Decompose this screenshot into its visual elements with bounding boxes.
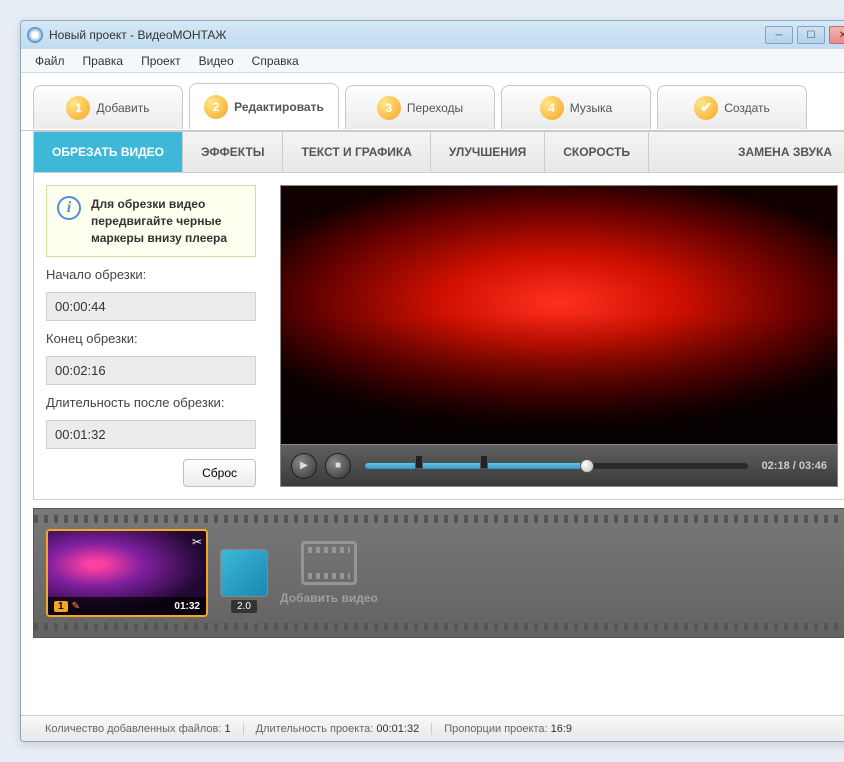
preview-panel: ▶ ■ 02:18 / 03:46	[268, 173, 844, 499]
menu-help[interactable]: Справка	[244, 52, 307, 70]
video-frame	[281, 186, 837, 444]
window-controls: ─ ☐ ✕	[765, 26, 844, 44]
menu-project[interactable]: Проект	[133, 52, 189, 70]
trim-start-label: Начало обрезки:	[46, 267, 256, 282]
subtab-effects[interactable]: ЭФФЕКТЫ	[183, 132, 283, 172]
step-number-icon: 1	[66, 96, 90, 120]
step-label: Музыка	[570, 101, 612, 115]
add-video-button[interactable]: Добавить видео	[280, 541, 378, 605]
status-aspect: Пропорции проекта: 16:9	[432, 723, 584, 735]
transition-thumbnail[interactable]	[220, 549, 268, 597]
step-label: Создать	[724, 101, 770, 115]
pencil-icon[interactable]: ✎	[72, 601, 80, 612]
subtab-enhance[interactable]: УЛУЧШЕНИЯ	[431, 132, 545, 172]
clip-thumbnail[interactable]: ✂ 1 ✎ 01:32	[46, 529, 208, 617]
clip-info-bar: 1 ✎ 01:32	[48, 597, 206, 615]
maximize-button[interactable]: ☐	[797, 26, 825, 44]
step-tab-edit[interactable]: 2 Редактировать	[189, 83, 339, 129]
trim-marker-start[interactable]	[415, 455, 423, 469]
menu-edit[interactable]: Правка	[75, 52, 132, 70]
menubar: Файл Правка Проект Видео Справка	[21, 49, 844, 73]
content-area: i Для обрезки видео передвигайте черные …	[33, 173, 844, 500]
seek-progress	[365, 463, 587, 469]
transition-duration: 2.0	[231, 600, 257, 613]
film-icon	[301, 541, 357, 585]
step-tab-create[interactable]: ✔ Создать	[657, 85, 807, 129]
trim-duration-label: Длительность после обрезки:	[46, 395, 256, 410]
scissors-icon: ✂	[192, 535, 202, 549]
player-controls: ▶ ■ 02:18 / 03:46	[280, 445, 838, 487]
add-video-label: Добавить видео	[280, 591, 378, 605]
trim-end-input[interactable]: 00:02:16	[46, 356, 256, 385]
info-icon: i	[57, 196, 81, 220]
subtab-audio[interactable]: ЗАМЕНА ЗВУКА	[720, 132, 844, 172]
trim-end-label: Конец обрезки:	[46, 331, 256, 346]
seek-bar[interactable]	[365, 463, 748, 469]
app-icon	[27, 27, 43, 43]
transition-slot[interactable]: 2.0	[220, 549, 268, 597]
subtab-speed[interactable]: СКОРОСТЬ	[545, 132, 649, 172]
clip-duration: 01:32	[174, 601, 200, 612]
step-label: Добавить	[96, 101, 149, 115]
status-duration: Длительность проекта: 00:01:32	[244, 723, 433, 735]
step-label: Переходы	[407, 101, 463, 115]
edit-subtabs: ОБРЕЗАТЬ ВИДЕО ЭФФЕКТЫ ТЕКСТ И ГРАФИКА У…	[33, 131, 844, 173]
step-number-icon: 2	[204, 95, 228, 119]
window-title: Новый проект - ВидеоМОНТАЖ	[49, 28, 765, 42]
play-button[interactable]: ▶	[291, 453, 317, 479]
trim-marker-end[interactable]	[480, 455, 488, 469]
hint-text: Для обрезки видео передвигайте черные ма…	[91, 196, 245, 246]
subtab-trim[interactable]: ОБРЕЗАТЬ ВИДЕО	[34, 132, 183, 172]
step-number-icon: 3	[377, 96, 401, 120]
step-number-icon: 4	[540, 96, 564, 120]
menu-file[interactable]: Файл	[27, 52, 73, 70]
app-window: Новый проект - ВидеоМОНТАЖ ─ ☐ ✕ Файл Пр…	[20, 20, 844, 742]
step-tab-add[interactable]: 1 Добавить	[33, 85, 183, 129]
subtab-text[interactable]: ТЕКСТ И ГРАФИКА	[283, 132, 430, 172]
stop-button[interactable]: ■	[325, 453, 351, 479]
minimize-button[interactable]: ─	[765, 26, 793, 44]
time-display: 02:18 / 03:46	[762, 460, 827, 472]
status-files: Количество добавленных файлов: 1	[33, 723, 244, 735]
timeline[interactable]: ✂ 1 ✎ 01:32 2.0 Добавить видео	[33, 508, 844, 638]
step-label: Редактировать	[234, 100, 324, 114]
video-preview[interactable]	[280, 185, 838, 445]
clip-index: 1	[54, 601, 68, 612]
seek-thumb[interactable]	[580, 459, 594, 473]
trim-start-input[interactable]: 00:00:44	[46, 292, 256, 321]
close-button[interactable]: ✕	[829, 26, 844, 44]
step-tab-transitions[interactable]: 3 Переходы	[345, 85, 495, 129]
trim-panel: i Для обрезки видео передвигайте черные …	[34, 173, 268, 499]
step-tabs: 1 Добавить 2 Редактировать 3 Переходы 4 …	[21, 73, 844, 131]
titlebar[interactable]: Новый проект - ВидеоМОНТАЖ ─ ☐ ✕	[21, 21, 844, 49]
reset-button[interactable]: Сброс	[183, 459, 256, 487]
step-tab-music[interactable]: 4 Музыка	[501, 85, 651, 129]
menu-video[interactable]: Видео	[191, 52, 242, 70]
statusbar: Количество добавленных файлов: 1 Длитель…	[21, 715, 844, 741]
hint-box: i Для обрезки видео передвигайте черные …	[46, 185, 256, 257]
check-icon: ✔	[694, 96, 718, 120]
trim-duration-value: 00:01:32	[46, 420, 256, 449]
